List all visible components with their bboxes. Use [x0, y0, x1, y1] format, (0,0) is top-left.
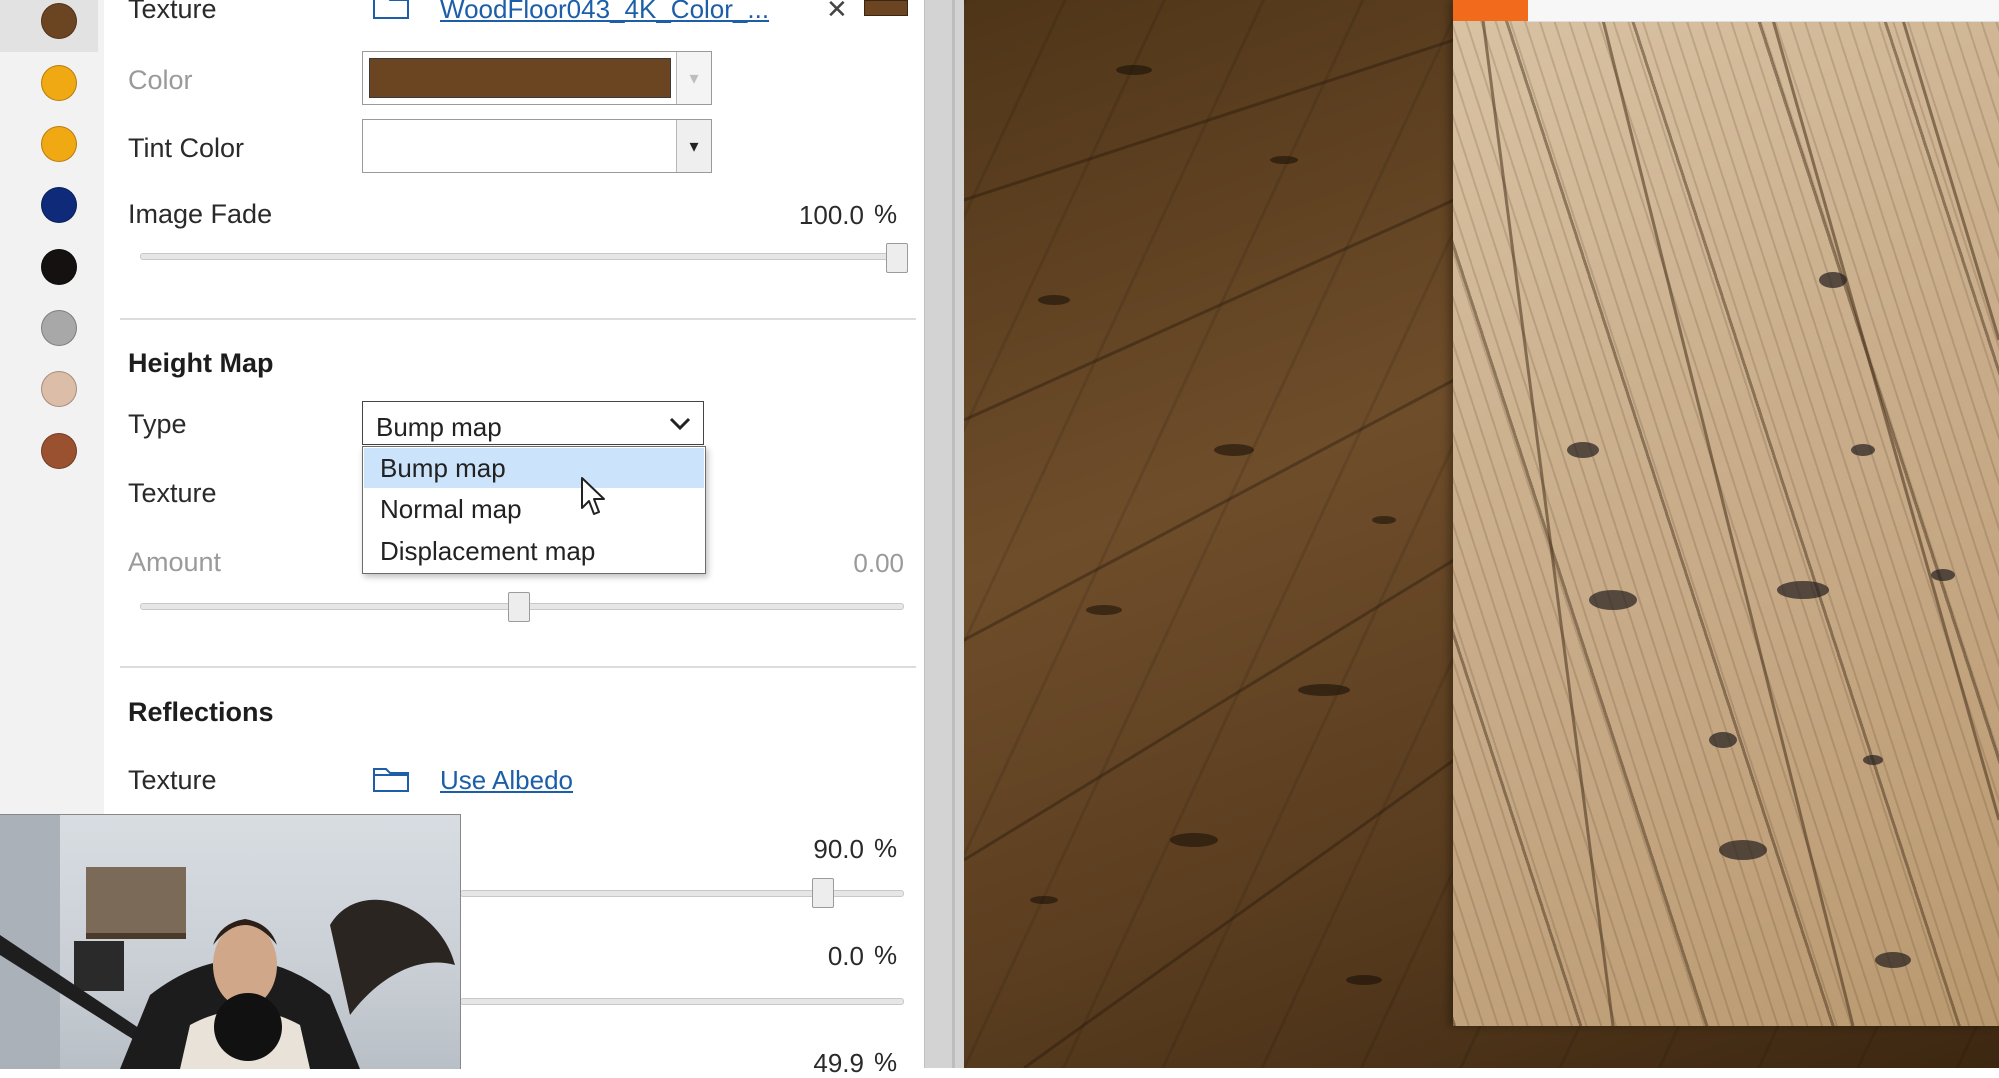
swatch-7[interactable]: [41, 433, 77, 469]
reflection-value-3-unit: %: [874, 1047, 898, 1077]
swatch-0[interactable]: [41, 3, 77, 39]
type-select-value: Bump map: [376, 412, 502, 442]
reflection-value-1-unit: %: [874, 833, 898, 863]
folder-icon[interactable]: [372, 0, 410, 20]
reflection-value-3[interactable]: 49.9: [764, 1050, 864, 1076]
image-fade-label: Image Fade: [128, 199, 273, 229]
window-tab-orange[interactable]: [1453, 0, 1528, 21]
height-map-title: Height Map: [128, 348, 274, 378]
amount-slider-thumb[interactable]: [508, 592, 530, 622]
reflection-slider-2-track[interactable]: [460, 998, 904, 1005]
swatch-3[interactable]: [41, 187, 77, 223]
webcam-video: [0, 815, 455, 1069]
height-map-texture-label: Texture: [128, 478, 217, 508]
albedo-texture-file-link[interactable]: WoodFloor043_4K_Color_...: [440, 0, 769, 22]
panel-splitter[interactable]: [924, 0, 965, 1068]
use-albedo-link[interactable]: Use Albedo: [440, 767, 573, 793]
chevron-down-icon[interactable]: ▾: [676, 52, 711, 104]
swatch-1[interactable]: [41, 65, 77, 101]
reflections-title: Reflections: [128, 697, 274, 727]
height-map-type-select[interactable]: Bump map: [362, 401, 704, 445]
reflection-value-2-unit: %: [874, 940, 898, 970]
webcam-overlay: [0, 814, 461, 1069]
reflection-value-1[interactable]: 90.0: [764, 836, 864, 862]
image-fade-value[interactable]: 100.0: [764, 202, 864, 228]
dropdown-option-normal-map[interactable]: Normal map: [364, 489, 704, 529]
albedo-texture-label: Texture: [128, 0, 217, 24]
tint-color-label: Tint Color: [128, 133, 245, 163]
reflection-slider-1-thumb[interactable]: [812, 878, 834, 908]
image-fade-slider-track[interactable]: [140, 253, 904, 260]
color-label: Color: [128, 65, 193, 95]
folder-icon[interactable]: [372, 763, 410, 793]
reflection-slider-1-track[interactable]: [460, 890, 904, 897]
reflection-value-2[interactable]: 0.0: [764, 943, 864, 969]
amount-value[interactable]: 0.00: [804, 550, 904, 576]
amount-label: Amount: [128, 547, 222, 577]
splitter-line: [952, 0, 955, 1068]
swatch-5[interactable]: [41, 310, 77, 346]
swatch-4[interactable]: [41, 249, 77, 285]
image-fade-slider-thumb[interactable]: [886, 243, 908, 273]
dropdown-option-displacement-map[interactable]: Displacement map: [364, 531, 704, 571]
chevron-down-icon[interactable]: ▾: [676, 120, 711, 172]
tint-color-picker[interactable]: ▾: [362, 119, 712, 173]
reference-photo: [1453, 0, 1999, 1026]
clear-texture-icon[interactable]: ✕: [826, 0, 848, 25]
swatch-6[interactable]: [41, 371, 77, 407]
chevron-down-icon: [669, 417, 691, 431]
photo-window-toolbar: [1528, 0, 1999, 22]
height-map-type-label: Type: [128, 409, 187, 439]
type-dropdown-menu: Bump map Normal map Displacement map: [362, 446, 706, 574]
texture-thumbnail: [864, 0, 908, 16]
wood-planks-photo: [1481, 19, 1999, 1026]
image-fade-unit: %: [874, 199, 898, 229]
reflections-texture-label: Texture: [128, 765, 217, 795]
divider: [120, 666, 916, 668]
color-value-swatch: [369, 58, 671, 98]
color-picker[interactable]: ▾: [362, 51, 712, 105]
dropdown-option-bump-map[interactable]: Bump map: [364, 448, 704, 488]
swatch-2[interactable]: [41, 126, 77, 162]
mouse-cursor-icon: [581, 477, 605, 515]
divider: [120, 318, 916, 320]
